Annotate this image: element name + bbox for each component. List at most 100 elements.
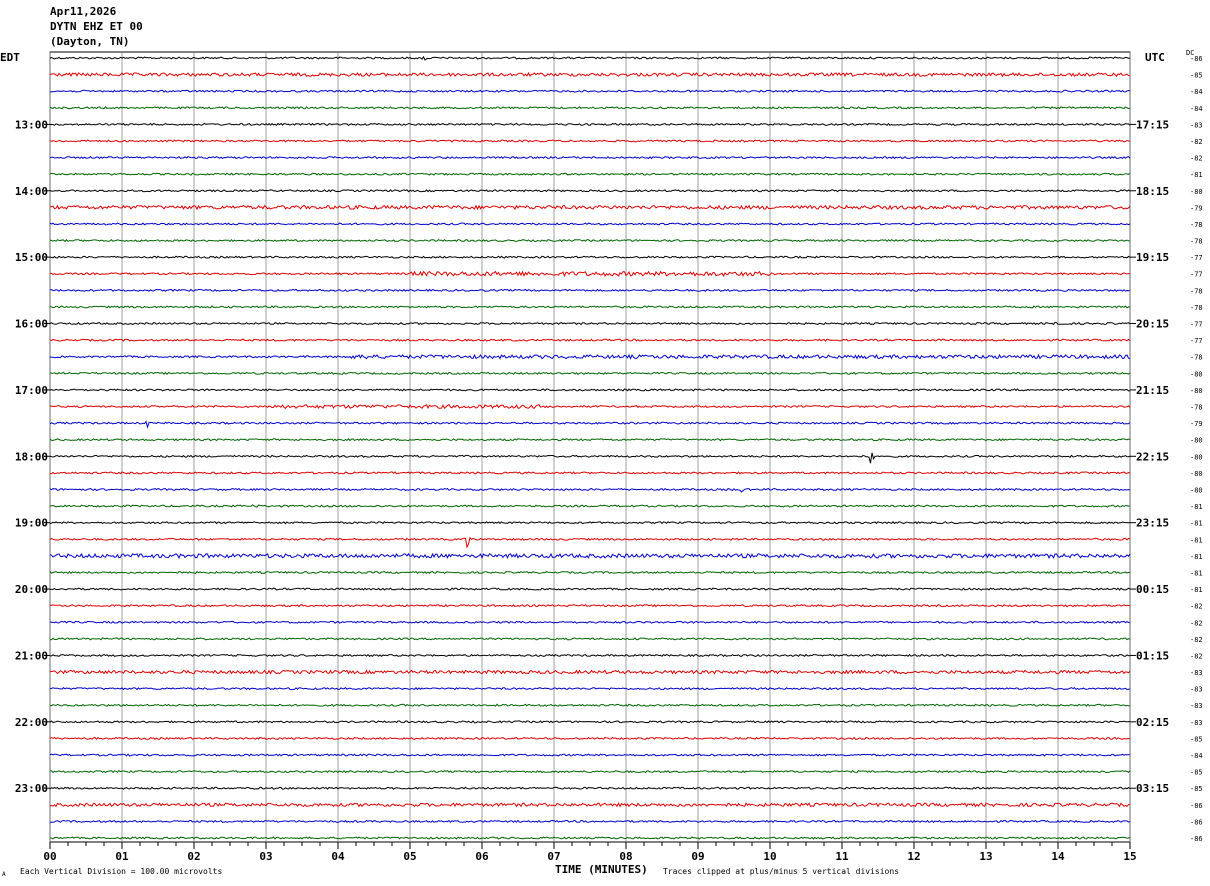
trace-row-12 (49, 255, 1131, 259)
trace-row-47 (49, 836, 1131, 840)
chart-station: DYTN EHZ ET 00 (50, 20, 143, 33)
trace-row-28 (49, 521, 1131, 525)
trace-row-34 (49, 620, 1131, 624)
trace-row-30 (49, 552, 1131, 560)
trace-row-42 (49, 753, 1131, 757)
trace-row-19 (49, 371, 1131, 375)
trace-row-5 (49, 139, 1131, 143)
x-tick-label: 11 (835, 850, 849, 863)
x-tick-label: 02 (187, 850, 200, 863)
trace-row-46 (49, 819, 1131, 824)
dc-offset-label: -82 (1190, 603, 1203, 611)
dc-offset-label: -82 (1190, 138, 1203, 146)
x-tick-label: 09 (691, 850, 704, 863)
trace-row-32 (49, 587, 1131, 591)
right-hour-label: 00:15 (1136, 583, 1169, 596)
dc-offset-label: -86 (1190, 835, 1203, 843)
dc-offset-label: -80 (1190, 486, 1203, 494)
trace-row-43 (49, 769, 1131, 774)
dc-offset-label: -82 (1190, 619, 1203, 627)
left-hour-label: 23:00 (15, 782, 48, 795)
dc-offset-label: -77 (1190, 337, 1203, 345)
trace-row-4 (49, 122, 1131, 126)
dc-offset-label: -78 (1190, 221, 1203, 229)
right-hour-label: 21:15 (1136, 384, 1169, 397)
dc-offset-label: -85 (1190, 769, 1203, 777)
dc-offset-label: -85 (1190, 72, 1203, 80)
x-tick-label: 05 (403, 850, 416, 863)
trace-row-44 (49, 786, 1131, 790)
dc-offset-label: -78 (1190, 287, 1203, 295)
dc-offset-label: -84 (1190, 752, 1203, 760)
dc-offset-label: -84 (1190, 105, 1203, 113)
trace-row-7 (49, 172, 1131, 176)
dc-offset-label: -81 (1190, 503, 1203, 511)
trace-row-20 (49, 388, 1131, 392)
dc-offset-label: -83 (1190, 121, 1203, 129)
helicorder-plot: 00 01 02 03 04 05 06 07 08 09 10 11 12 13 14 15 -86 -85 -8… (15, 51, 1203, 863)
trace-row-17 (49, 338, 1131, 342)
right-hour-label: 19:15 (1136, 251, 1169, 264)
scale-note: Each Vertical Division = 100.00 microvol… (20, 867, 223, 876)
trace-row-33 (49, 604, 1131, 608)
right-hour-label: 18:15 (1136, 185, 1169, 198)
dc-offset-label: -83 (1190, 719, 1203, 727)
dc-offset-label: -82 (1190, 155, 1203, 163)
right-hour-label: 20:15 (1136, 318, 1169, 331)
left-hour-label: 21:00 (15, 649, 48, 662)
x-tick-label: 07 (547, 850, 560, 863)
x-tick-label: 12 (907, 850, 920, 863)
trace-row-15 (49, 305, 1131, 309)
trace-row-37 (49, 669, 1131, 675)
dc-offset-label: -82 (1190, 652, 1203, 660)
right-hour-label: 23:15 (1136, 517, 1169, 530)
right-hour-label: 01:15 (1136, 649, 1169, 662)
left-hour-label: 16:00 (15, 318, 48, 331)
trace-row-25 (49, 471, 1131, 475)
trace-row-6 (49, 155, 1131, 160)
trace-row-35 (49, 637, 1131, 641)
x-tick-label: 08 (619, 850, 632, 863)
dc-offset-label: -80 (1190, 453, 1203, 461)
dc-offset-label: -86 (1190, 818, 1203, 826)
trace-row-29 (49, 536, 1131, 549)
dc-offset-label: -82 (1190, 636, 1203, 644)
x-tick-label: 01 (115, 850, 129, 863)
dc-offset-label: -78 (1190, 404, 1203, 412)
label-layer: 00 01 02 03 04 05 06 07 08 09 10 11 12 13 14 15 -86 -85 -8… (15, 55, 1203, 863)
dc-offset-label: -85 (1190, 785, 1203, 793)
dc-offset-label: -77 (1190, 321, 1203, 329)
x-tick-label: 04 (331, 850, 345, 863)
dc-offset-label: -80 (1190, 387, 1203, 395)
right-hour-label: 17:15 (1136, 118, 1169, 131)
trace-row-11 (49, 238, 1131, 243)
trace-row-13 (49, 270, 1131, 278)
x-tick-label: 13 (979, 850, 992, 863)
chart-location: (Dayton, TN) (50, 35, 130, 48)
dc-offset-label: -80 (1190, 470, 1203, 478)
trace-row-39 (49, 703, 1131, 707)
trace-row-38 (49, 687, 1131, 691)
trace-row-27 (49, 504, 1131, 508)
chart-date: Apr11,2026 (50, 5, 117, 18)
dc-offset-label: -78 (1190, 238, 1203, 246)
trace-row-10 (49, 222, 1131, 226)
dc-offset-label: -79 (1190, 420, 1203, 428)
right-hour-label: 03:15 (1136, 782, 1169, 795)
x-tick-label: 06 (475, 850, 489, 863)
trace-row-36 (49, 653, 1131, 658)
dc-offset-label: -79 (1190, 204, 1203, 212)
trace-row-1 (49, 72, 1131, 78)
dc-offset-label: -80 (1190, 437, 1203, 445)
left-hour-label: 18:00 (15, 450, 48, 463)
x-tick-label: 14 (1051, 850, 1065, 863)
dc-offset-label: -80 (1190, 370, 1203, 378)
dc-offset-label: -77 (1190, 271, 1203, 279)
trace-row-8 (49, 189, 1131, 193)
right-hour-label: 02:15 (1136, 716, 1169, 729)
x-tick-label: 15 (1123, 850, 1136, 863)
dc-offset-label: -81 (1190, 171, 1203, 179)
corner-mark: A (2, 871, 6, 878)
trace-row-31 (49, 570, 1131, 575)
dc-offset-label: -81 (1190, 520, 1203, 528)
